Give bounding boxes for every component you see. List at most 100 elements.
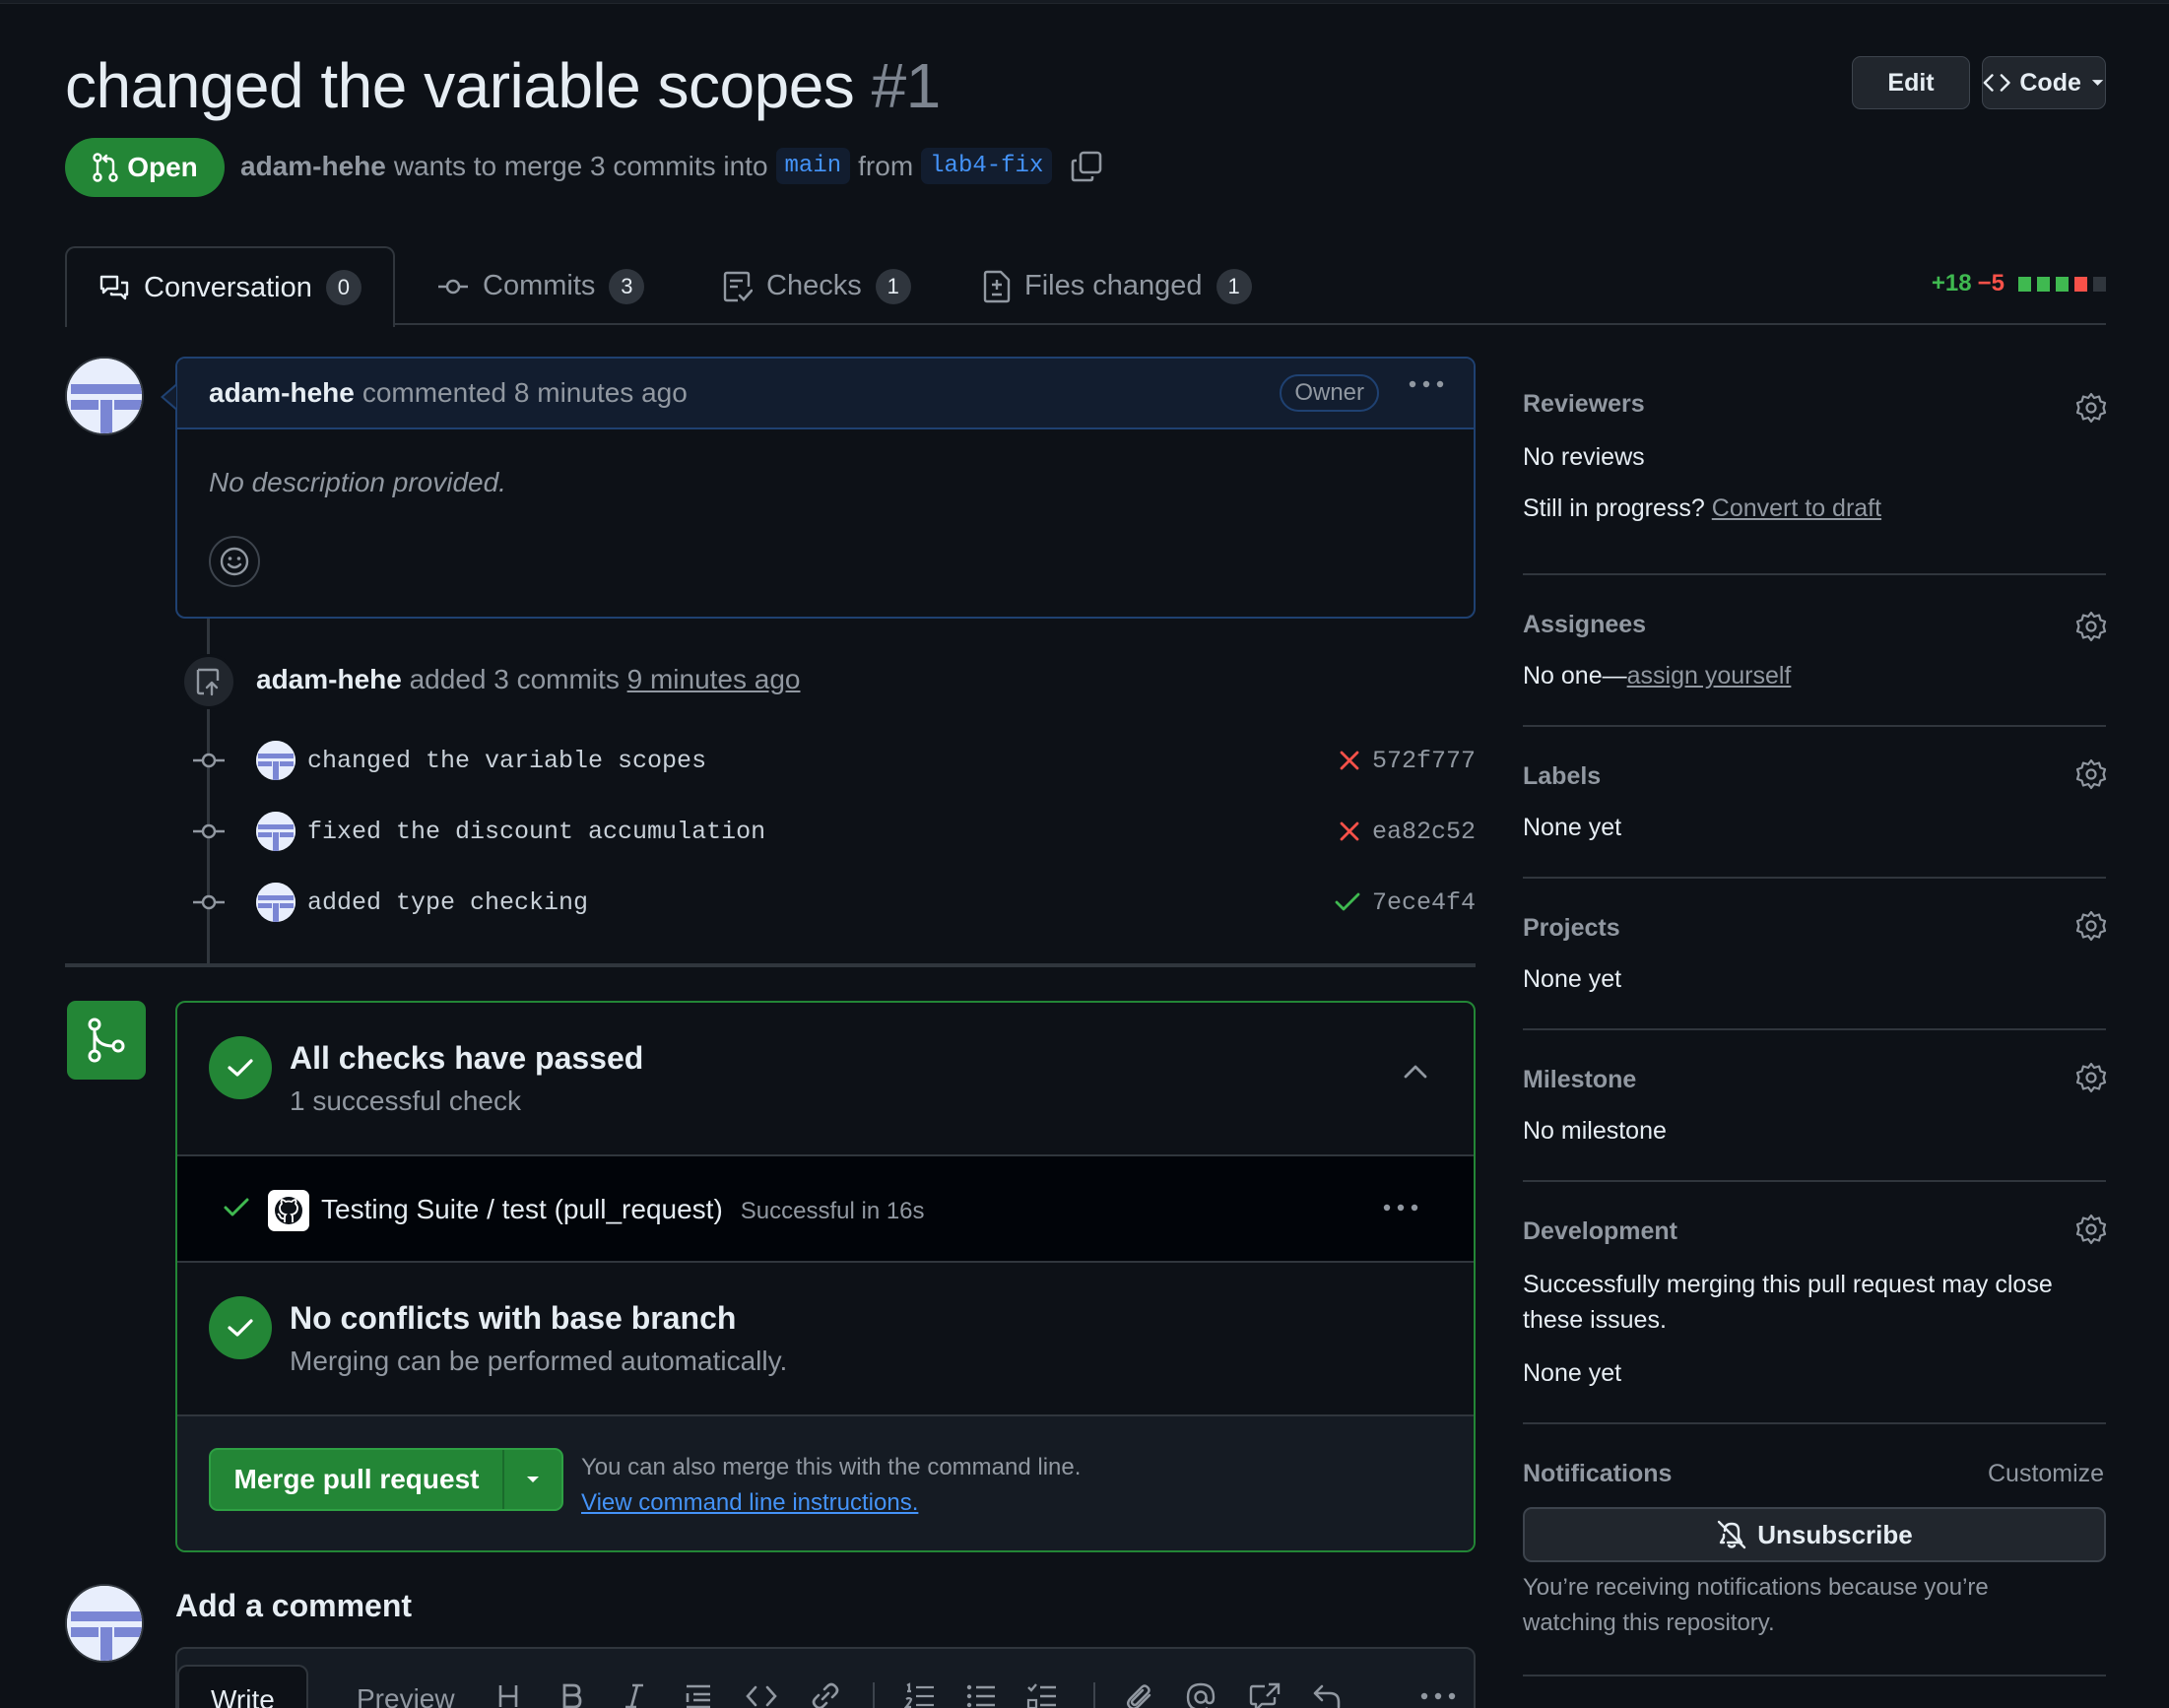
tab-counter: 3 <box>609 268 645 304</box>
avatar[interactable] <box>65 1584 144 1663</box>
commit-message[interactable]: fixed the discount accumulation <box>307 810 765 853</box>
unsubscribe-button[interactable]: Unsubscribe <box>1523 1507 2106 1562</box>
commit-message[interactable]: added type checking <box>307 881 588 924</box>
milestone-heading[interactable]: Milestone <box>1523 1066 2106 1094</box>
development-heading[interactable]: Development <box>1523 1217 2106 1246</box>
labels-heading[interactable]: Labels <box>1523 762 2106 791</box>
pr-author-link[interactable]: adam-hehe <box>240 151 386 182</box>
diffstat-block <box>2093 276 2106 292</box>
git-commit-icon <box>193 820 225 843</box>
link-icon[interactable] <box>810 1682 841 1708</box>
tab-counter: 0 <box>325 270 362 305</box>
quote-icon[interactable] <box>684 1682 713 1708</box>
chevron-up-icon[interactable] <box>1403 1064 1428 1080</box>
customize-link[interactable]: Customize <box>1988 1460 2104 1488</box>
sidebar-divider <box>1523 573 2106 575</box>
tab-write[interactable]: Write <box>177 1665 308 1708</box>
x-icon[interactable] <box>1339 750 1360 771</box>
check-run-name[interactable]: Testing Suite / test (pull_request) Succe… <box>321 1194 925 1225</box>
avatar[interactable] <box>256 883 296 922</box>
merge-method-dropdown[interactable] <box>504 1450 561 1509</box>
pr-tabs: Conversation 0 Commits 3 Checks 1 Files … <box>65 246 2106 327</box>
diffstat-deletions: −5 <box>1977 270 2005 296</box>
avatar[interactable] <box>256 812 296 851</box>
checklist-icon <box>723 271 753 301</box>
italic-icon[interactable] <box>623 1682 646 1708</box>
bold-icon[interactable] <box>559 1682 583 1708</box>
assign-yourself-link[interactable]: assign yourself <box>1627 662 1792 690</box>
check-icon[interactable] <box>1335 891 1360 913</box>
commit-sha[interactable]: 572f777 <box>1372 747 1476 775</box>
git-commit-icon <box>193 749 225 772</box>
gear-icon[interactable] <box>2075 1062 2107 1093</box>
comment-action[interactable]: commented 8 minutes ago <box>362 377 688 409</box>
pr-state-label: Open <box>127 152 198 182</box>
code-button[interactable]: Code <box>1982 56 2106 109</box>
sidebar-divider <box>1523 1422 2106 1424</box>
base-branch[interactable]: main <box>775 148 851 184</box>
tab-preview[interactable]: Preview <box>325 1665 487 1708</box>
kebab-horizontal-icon[interactable] <box>1420 1692 1456 1700</box>
commit-message[interactable]: changed the variable scopes <box>307 739 706 782</box>
add-comment-title: Add a comment <box>175 1588 413 1623</box>
commit-row: changed the variable scopes 572f777 <box>193 739 1476 782</box>
convert-to-draft-link[interactable]: Convert to draft <box>1712 494 1881 522</box>
commit-sha[interactable]: ea82c52 <box>1372 818 1476 846</box>
pr-number: #1 <box>871 50 942 121</box>
development-value: None yet <box>1523 1359 1622 1387</box>
tab-label: Conversation <box>144 271 312 303</box>
event-author[interactable]: adam-hehe <box>256 664 402 694</box>
pr-merge-text: wants to merge 3 commits into <box>393 150 768 181</box>
projects-heading[interactable]: Projects <box>1523 914 2106 943</box>
code-icon[interactable] <box>745 1682 778 1708</box>
tab-commits[interactable]: Commits 3 <box>437 246 645 326</box>
avatar[interactable] <box>256 741 296 780</box>
gear-icon[interactable] <box>2075 758 2107 790</box>
heading-icon[interactable] <box>496 1682 520 1708</box>
timeline-divider <box>65 963 1476 967</box>
cross-reference-icon[interactable] <box>1249 1682 1281 1708</box>
ordered-list-icon[interactable] <box>904 1682 936 1708</box>
event-time[interactable]: 9 minutes ago <box>627 664 801 694</box>
tasklist-icon[interactable] <box>1026 1682 1058 1708</box>
check-circle-icon <box>209 1296 272 1359</box>
gear-icon[interactable] <box>2075 910 2107 942</box>
paperclip-icon[interactable] <box>1125 1682 1154 1708</box>
checks-summary: All checks have passed 1 successful chec… <box>177 1003 1474 1156</box>
cli-instructions-link[interactable]: View command line instructions. <box>581 1485 1081 1521</box>
gear-icon[interactable] <box>2075 392 2107 424</box>
edit-button[interactable]: Edit <box>1852 56 1970 109</box>
avatar[interactable] <box>65 357 144 435</box>
comment-author[interactable]: adam-hehe <box>209 377 355 409</box>
diffstat-block <box>2037 276 2050 292</box>
tab-counter: 1 <box>1216 268 1252 304</box>
gear-icon[interactable] <box>2075 611 2107 642</box>
tab-checks[interactable]: Checks 1 <box>723 246 911 326</box>
kebab-horizontal-icon[interactable] <box>1383 1204 1418 1212</box>
pr-state-badge: Open <box>65 138 225 197</box>
reply-icon[interactable] <box>1312 1682 1342 1708</box>
head-branch[interactable]: lab4-fix <box>921 148 1053 184</box>
bell-slash-icon <box>1718 1520 1746 1549</box>
cli-note-text: You can also merge this with the command… <box>581 1454 1082 1480</box>
mention-icon[interactable] <box>1186 1682 1216 1708</box>
copy-icon[interactable] <box>1070 150 1103 183</box>
tab-files-changed[interactable]: Files changed 1 <box>983 246 1252 326</box>
draft-hint: Still in progress? Convert to draft <box>1523 494 2106 523</box>
caret-down-icon <box>527 1477 539 1482</box>
x-icon[interactable] <box>1339 821 1360 842</box>
commit-status: ea82c52 <box>1339 810 1476 853</box>
kebab-horizontal-icon[interactable] <box>1409 380 1444 388</box>
add-reaction-button[interactable] <box>209 536 260 587</box>
notifications-note: You’re receiving notifications because y… <box>1523 1574 1989 1636</box>
diffstat-block <box>2018 276 2031 292</box>
gear-icon[interactable] <box>2075 1214 2107 1245</box>
tab-conversation[interactable]: Conversation 0 <box>65 246 395 327</box>
sidebar-divider <box>1523 1180 2106 1182</box>
conflicts-subtitle: Merging can be performed automatically. <box>290 1346 788 1376</box>
assignees-heading[interactable]: Assignees <box>1523 611 2106 639</box>
merge-pull-request-button[interactable]: Merge pull request <box>211 1450 504 1509</box>
commit-sha[interactable]: 7ece4f4 <box>1372 888 1476 917</box>
unordered-list-icon[interactable] <box>965 1682 997 1708</box>
reviewers-heading[interactable]: Reviewers <box>1523 390 2106 419</box>
